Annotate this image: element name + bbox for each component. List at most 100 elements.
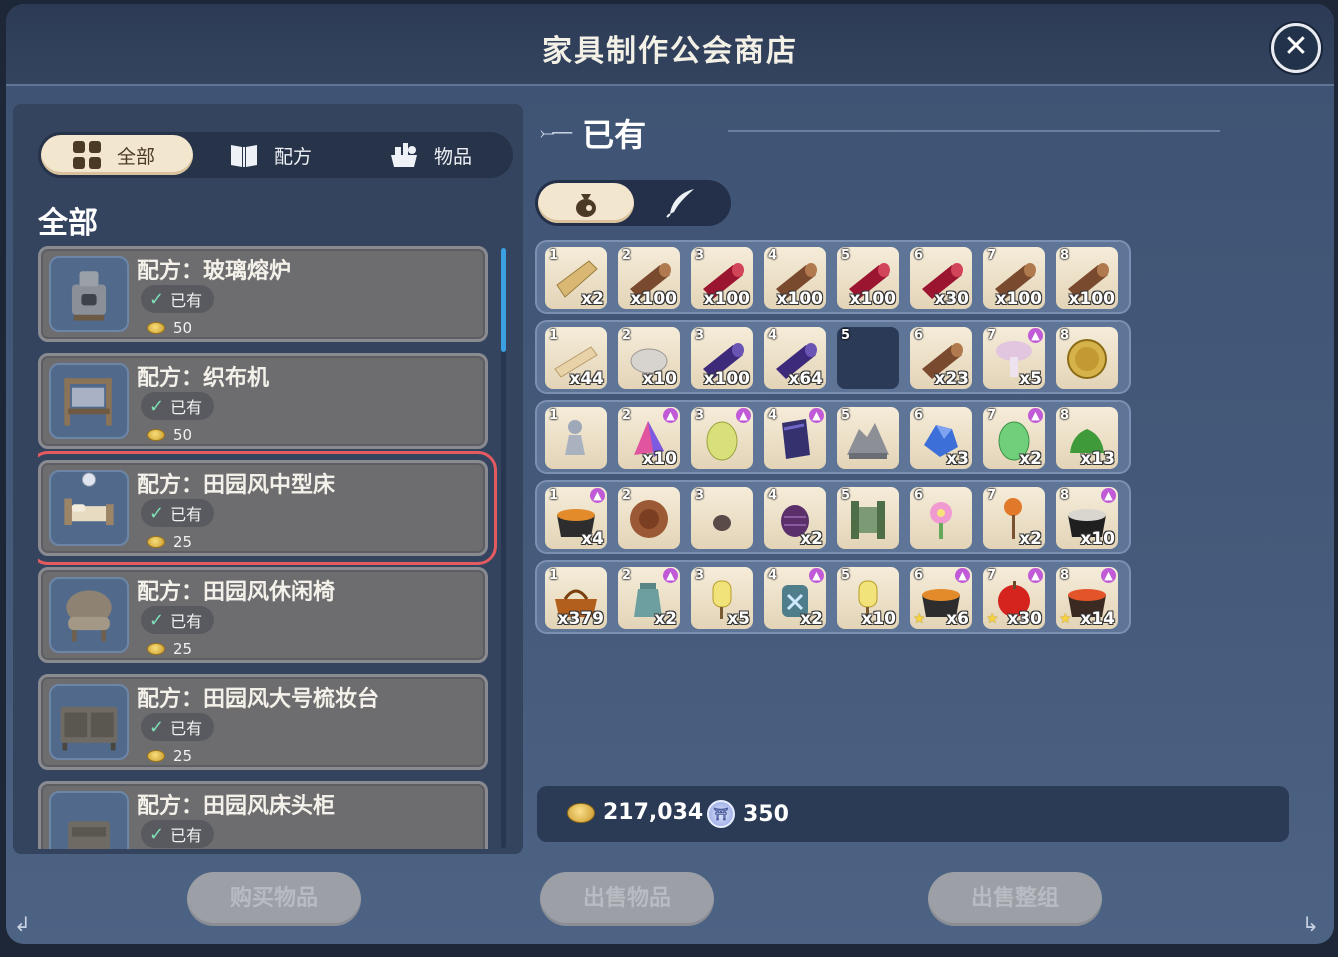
slot-number: 2: [622, 408, 632, 423]
check-icon: ✓: [149, 288, 165, 310]
check-icon: ✓: [149, 609, 165, 631]
inventory-slot[interactable]: 4 ▲: [764, 407, 826, 469]
inventory-slot[interactable]: 6 x23: [910, 327, 972, 389]
inventory-slot[interactable]: 3 x5: [691, 567, 753, 629]
slot-quantity: x2: [1019, 529, 1042, 549]
book-icon: [231, 145, 257, 167]
recipe-thumbnail: [49, 684, 129, 760]
figure-icon: [565, 420, 585, 455]
arrow-deco-icon: ⤚──: [540, 122, 572, 144]
inventory-slot[interactable]: 2 x10: [618, 327, 680, 389]
bag-icon: [576, 194, 596, 217]
slot-quantity: x100: [849, 289, 896, 309]
star-icon: ★: [986, 611, 999, 627]
inventory-slot[interactable]: 2: [618, 487, 680, 549]
inventory-slot[interactable]: 5: [837, 487, 899, 549]
inventory-slot[interactable]: 2 x100: [618, 247, 680, 309]
seed-icon: [713, 515, 731, 531]
star-icon: ★: [913, 611, 926, 627]
tab-bag[interactable]: [538, 183, 634, 223]
wood-disc-icon: [630, 500, 668, 538]
slot-quantity: x30: [934, 289, 969, 309]
recipe-scrollbar[interactable]: [501, 248, 506, 848]
sell-group-button[interactable]: 出售整组: [928, 872, 1102, 926]
inventory-slot[interactable]: 1 x2: [545, 247, 607, 309]
inventory-slot[interactable]: 1 x4 ▲: [545, 487, 607, 549]
inventory-slot[interactable]: 6 x3: [910, 407, 972, 469]
inventory-slot[interactable]: 1: [545, 407, 607, 469]
inventory-slot[interactable]: 5: [837, 407, 899, 469]
inventory-slot[interactable]: 2 x10 ▲: [618, 407, 680, 469]
inventory-slot[interactable]: 5 x100: [837, 247, 899, 309]
inventory-slot[interactable]: 6: [910, 487, 972, 549]
quill-icon: [666, 189, 694, 218]
coin-icon: [147, 750, 165, 762]
recipe-card[interactable]: 配方：田园风休闲椅 ✓ 已有 25: [38, 567, 488, 663]
close-button[interactable]: ✕: [1271, 23, 1321, 73]
bed-icon: [64, 472, 114, 526]
check-icon: ✓: [149, 502, 165, 524]
inventory-slot[interactable]: 8: [1056, 327, 1118, 389]
inventory-slot[interactable]: 4 x2: [764, 487, 826, 549]
inventory-slot[interactable]: 3 x100: [691, 327, 753, 389]
inventory-slot[interactable]: 8 x100: [1056, 247, 1118, 309]
tab-recipe-label: 配方: [274, 145, 313, 168]
inventory-slot[interactable]: 4 x2 ▲: [764, 567, 826, 629]
inventory-slot[interactable]: 8 x13: [1056, 407, 1118, 469]
inventory-slot[interactable]: 5 x10: [837, 567, 899, 629]
tab-quill[interactable]: [633, 183, 729, 223]
currency-bar: 217,034 ⛩ 350: [537, 786, 1289, 842]
slot-quantity: x2: [1019, 449, 1042, 469]
slot-quantity: x44: [569, 369, 604, 389]
inventory-slot-empty[interactable]: 5: [837, 327, 899, 389]
inventory-slot[interactable]: 6 x30: [910, 247, 972, 309]
recipe-price: 25: [147, 533, 192, 551]
inventory-slot[interactable]: 7 x2 ▲: [983, 407, 1045, 469]
slot-quantity: x10: [1080, 529, 1115, 549]
inventory-slot[interactable]: 1 x379: [545, 567, 607, 629]
check-icon: ✓: [149, 716, 165, 738]
buy-button[interactable]: 购买物品: [187, 872, 361, 926]
recipe-card[interactable]: 配方：田园风大号梳妆台 ✓ 已有 25: [38, 674, 488, 770]
inventory-slot[interactable]: 7 x5 ▲: [983, 327, 1045, 389]
inventory-slot[interactable]: 4 x100: [764, 247, 826, 309]
inventory-row: 1 x2 2 x100 3 x100 4 x100 5 x100 6 x30 7 x100 8 x100: [535, 240, 1131, 314]
inventory-slot[interactable]: 2 x2 ▲: [618, 567, 680, 629]
token-value: 350: [743, 801, 789, 827]
items-icon: [391, 143, 417, 167]
upgrade-arrow-icon: ▲: [1028, 408, 1043, 423]
inventory-slot[interactable]: 1 x44: [545, 327, 607, 389]
upgrade-arrow-icon: ▲: [955, 568, 970, 583]
sell-button[interactable]: 出售物品: [540, 872, 714, 926]
inventory-slot[interactable]: 4 x64: [764, 327, 826, 389]
inventory-slot[interactable]: 7 x2: [983, 487, 1045, 549]
inventory-slot[interactable]: 8 x14 ▲ ★: [1056, 567, 1118, 629]
inventory-slot[interactable]: 3 ▲: [691, 407, 753, 469]
upgrade-arrow-icon: ▲: [809, 408, 824, 423]
slot-number: 5: [841, 328, 851, 343]
recipe-list: 配方：玻璃熔炉 ✓ 已有 50 配方：织布机 ✓ 已有 50 配方：田园风中型床…: [38, 244, 500, 849]
recipe-card[interactable]: 配方：田园风床头柜 ✓ 已有: [38, 781, 488, 849]
tab-items[interactable]: 物品: [388, 135, 508, 175]
inventory-slot[interactable]: 3: [691, 487, 753, 549]
recipe-thumbnail: [49, 363, 129, 439]
chair-icon: [66, 590, 112, 642]
recipe-card[interactable]: 配方：织布机 ✓ 已有 50: [38, 353, 488, 449]
inventory-slot[interactable]: 7 x100: [983, 247, 1045, 309]
owned-badge: ✓ 已有: [141, 499, 215, 527]
inventory-slot[interactable]: 6 x6 ▲ ★: [910, 567, 972, 629]
recipe-card[interactable]: 配方：玻璃熔炉 ✓ 已有 50: [38, 246, 488, 342]
scroll-thumb[interactable]: [501, 248, 506, 352]
inventory-row: 1 x379 2 x2 ▲ 3 x5 4 x2 ▲ 5 x10 6 x6 ▲ ★ 7 x30 ▲ ★ 8 x14 ▲ ★: [535, 560, 1131, 634]
inventory-slot[interactable]: 8 x10 ▲: [1056, 487, 1118, 549]
recipe-card-selected[interactable]: 配方：田园风中型床 ✓ 已有 25: [38, 451, 497, 565]
tab-recipe[interactable]: 配方: [228, 135, 358, 175]
slot-number: 8: [1060, 248, 1070, 263]
tab-all[interactable]: 全部: [41, 135, 193, 175]
inventory-slot[interactable]: 3 x100: [691, 247, 753, 309]
title-bar: 家具制作公会商店 ✕: [6, 4, 1334, 86]
price-value: 50: [173, 319, 193, 337]
slot-quantity: x100: [703, 369, 750, 389]
inventory-slot[interactable]: 7 x30 ▲ ★: [983, 567, 1045, 629]
owned-title: 已有: [582, 116, 647, 154]
